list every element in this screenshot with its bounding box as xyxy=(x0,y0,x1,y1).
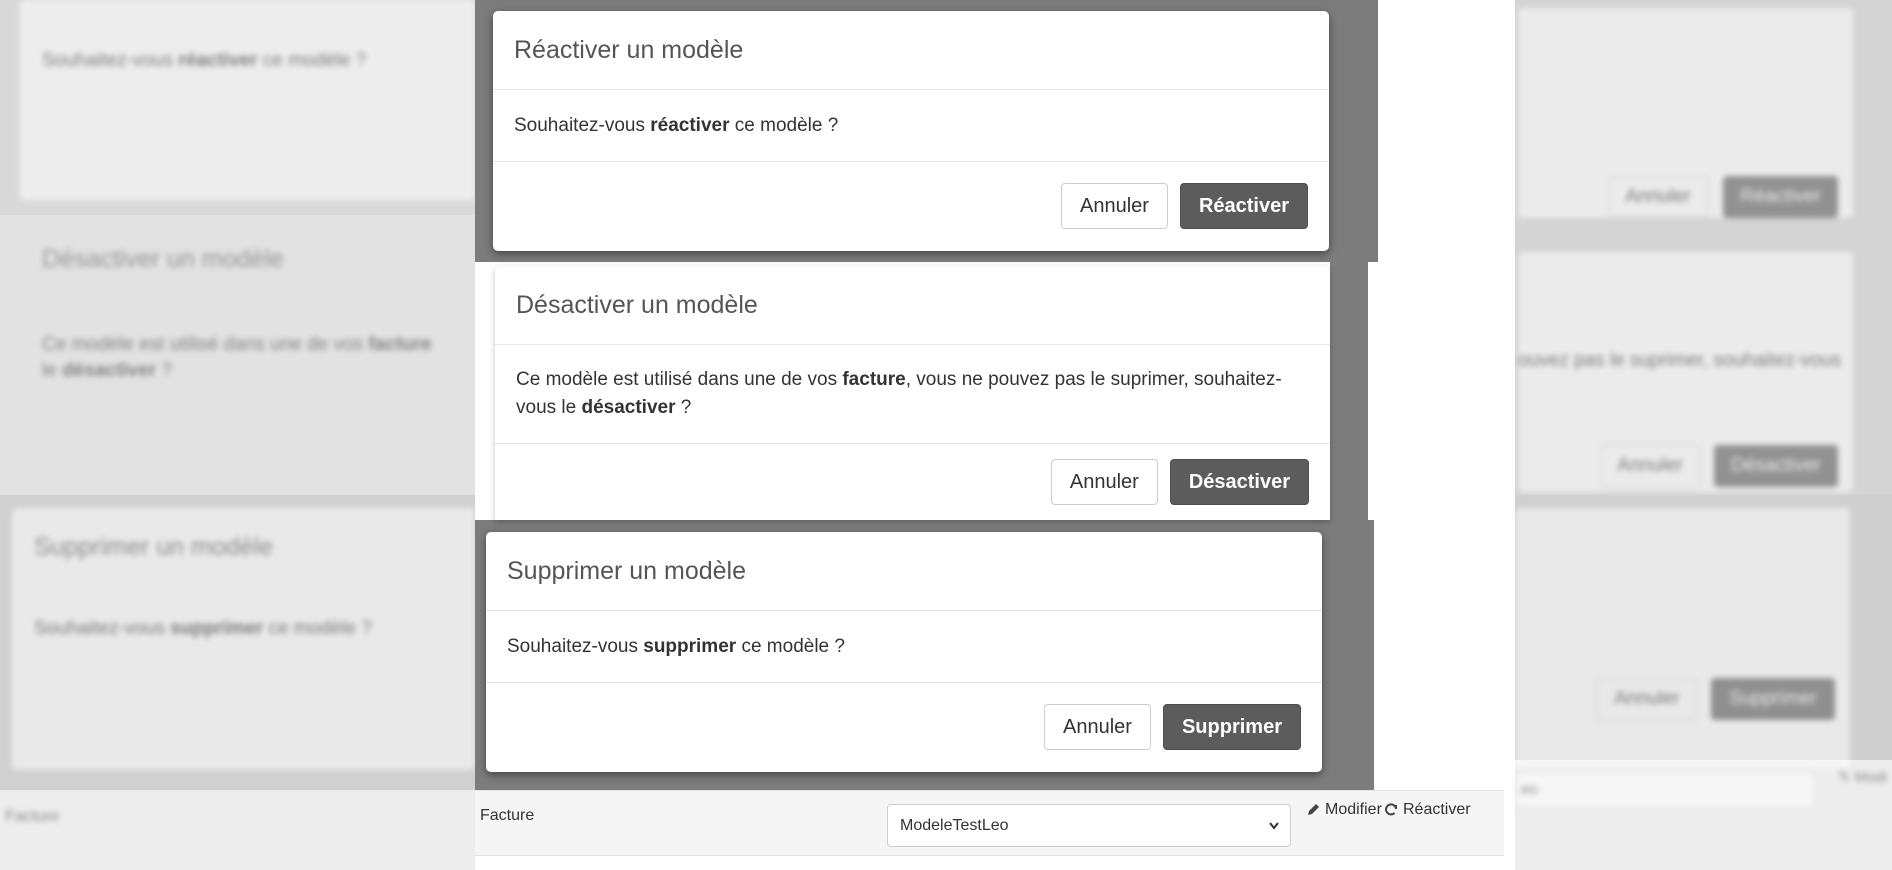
pencil-icon xyxy=(1308,804,1319,815)
deactivate-button[interactable]: Désactiver xyxy=(1169,459,1309,505)
modal-body: Souhaitez-vous supprimer ce modèle ? xyxy=(486,611,1322,683)
ghost-title: Supprimer un modèle xyxy=(34,533,274,561)
ghost-confirm: Supprimer xyxy=(1711,678,1835,720)
ghost-reactivate-modal-right: Annuler Réactiver xyxy=(1518,8,1853,218)
reactivate-label: Réactiver xyxy=(1403,801,1471,818)
modal-title: Désactiver un modèle xyxy=(495,266,1330,345)
modal-footer: Annuler Supprimer xyxy=(486,683,1322,771)
chevron-down-icon xyxy=(1269,822,1279,830)
row-label: Facture xyxy=(480,807,535,824)
ghost-body-prefix: Souhaitez-vous xyxy=(34,618,171,639)
ghost-cancel: Annuler xyxy=(1608,176,1708,218)
ghost-confirm: Réactiver xyxy=(1723,176,1838,218)
refresh-icon xyxy=(1385,803,1397,816)
ghost-body-suffix: ce modèle ? xyxy=(263,618,372,639)
ghost-body-prefix: Ce modèle est utilisé dans une de vos xyxy=(42,334,369,355)
body-suffix: ce modèle ? xyxy=(741,635,845,657)
ghost-body-bold2: désactiver xyxy=(62,360,157,381)
ghost-modify-text: Modi xyxy=(1854,769,1888,786)
body-suffix: ce modèle ? xyxy=(734,114,839,136)
ghost-body-suffix: ce modèle ? xyxy=(257,50,367,71)
delete-button[interactable]: Supprimer xyxy=(1162,704,1301,750)
modify-label: Modifier xyxy=(1325,801,1382,818)
ghost-select-right: eo xyxy=(1515,772,1815,808)
backdrop-left-bar xyxy=(0,790,475,870)
ghost-cancel: Annuler xyxy=(1597,678,1697,720)
ghost-deactivate-modal-left: Désactiver un modèle Ce modèle est utili… xyxy=(42,245,432,381)
ghost-reactivate-modal-left: Souhaitez-vous réactiver ce modèle ? xyxy=(20,0,475,200)
modal-title: Réactiver un modèle xyxy=(493,11,1329,90)
ghost-row-label: Facture xyxy=(5,808,60,825)
body-bold-facture: facture xyxy=(842,369,906,390)
ghost-body-prefix: Souhaitez-vous xyxy=(42,50,179,71)
ghost-title: Désactiver un modèle xyxy=(42,245,284,273)
cancel-button[interactable]: Annuler xyxy=(1044,704,1151,750)
ghost-deactivate-text: ouvez pas le suprimer, souhaitez-vous xyxy=(1518,350,1842,371)
ghost-delete-modal-left: Supprimer un modèle Souhaitez-vous suppr… xyxy=(12,508,475,770)
modal-footer: Annuler Réactiver xyxy=(493,162,1329,250)
modal-footer: Annuler Désactiver xyxy=(495,444,1330,520)
ghost-body-suffix: ? xyxy=(156,360,172,381)
body-prefix: Souhaitez-vous xyxy=(507,635,638,657)
body-prefix: Souhaitez-vous xyxy=(514,114,645,136)
ghost-confirm: Désactiver xyxy=(1714,445,1838,487)
ghost-body-bold1: facture xyxy=(368,334,432,355)
cancel-button[interactable]: Annuler xyxy=(1050,459,1158,505)
body-prefix: Ce modèle est utilisé dans une de vos xyxy=(516,369,843,390)
ghost-deactivate-modal-right: ouvez pas le suprimer, souhaitez-vous An… xyxy=(1518,252,1853,492)
ghost-body-bold: réactiver xyxy=(178,50,258,71)
cancel-button[interactable]: Annuler xyxy=(1061,183,1168,229)
delete-modal: Supprimer un modèle Souhaitez-vous suppr… xyxy=(486,532,1322,772)
reactivate-button[interactable]: Réactiver xyxy=(1179,183,1308,229)
model-select-value: ModeleTestLeo xyxy=(900,816,1009,834)
reactivate-modal: Réactiver un modèle Souhaitez-vous réact… xyxy=(493,11,1329,251)
reactivate-link[interactable]: Réactiver xyxy=(1383,801,1471,819)
deactivate-modal: Désactiver un modèle Ce modèle est utili… xyxy=(495,266,1330,520)
ghost-body-bold: supprimer xyxy=(170,618,264,639)
body-bold: réactiver xyxy=(650,114,730,136)
model-select[interactable]: ModeleTestLeo xyxy=(887,804,1291,847)
body-bold-desactiver: désactiver xyxy=(581,397,676,418)
modal-body: Souhaitez-vous réactiver ce modèle ? xyxy=(493,90,1329,162)
body-suffix: ? xyxy=(675,397,692,418)
modal-body: Ce modèle est utilisé dans une de vos fa… xyxy=(495,345,1330,444)
ghost-modify-right: ✎ Modi xyxy=(1838,769,1888,786)
ghost-select-text: eo xyxy=(1521,781,1538,798)
ghost-cancel: Annuler xyxy=(1600,445,1700,487)
modal-title: Supprimer un modèle xyxy=(486,532,1322,611)
overlay-mid-right xyxy=(1330,262,1368,520)
modify-link[interactable]: Modifier xyxy=(1305,801,1382,819)
body-bold: supprimer xyxy=(643,635,737,657)
overlay-mid-left xyxy=(475,262,495,520)
ghost-delete-modal-right: Annuler Supprimer xyxy=(1515,508,1850,768)
model-row: Facture ModeleTestLeo Modifier Réactiver xyxy=(475,790,1504,856)
